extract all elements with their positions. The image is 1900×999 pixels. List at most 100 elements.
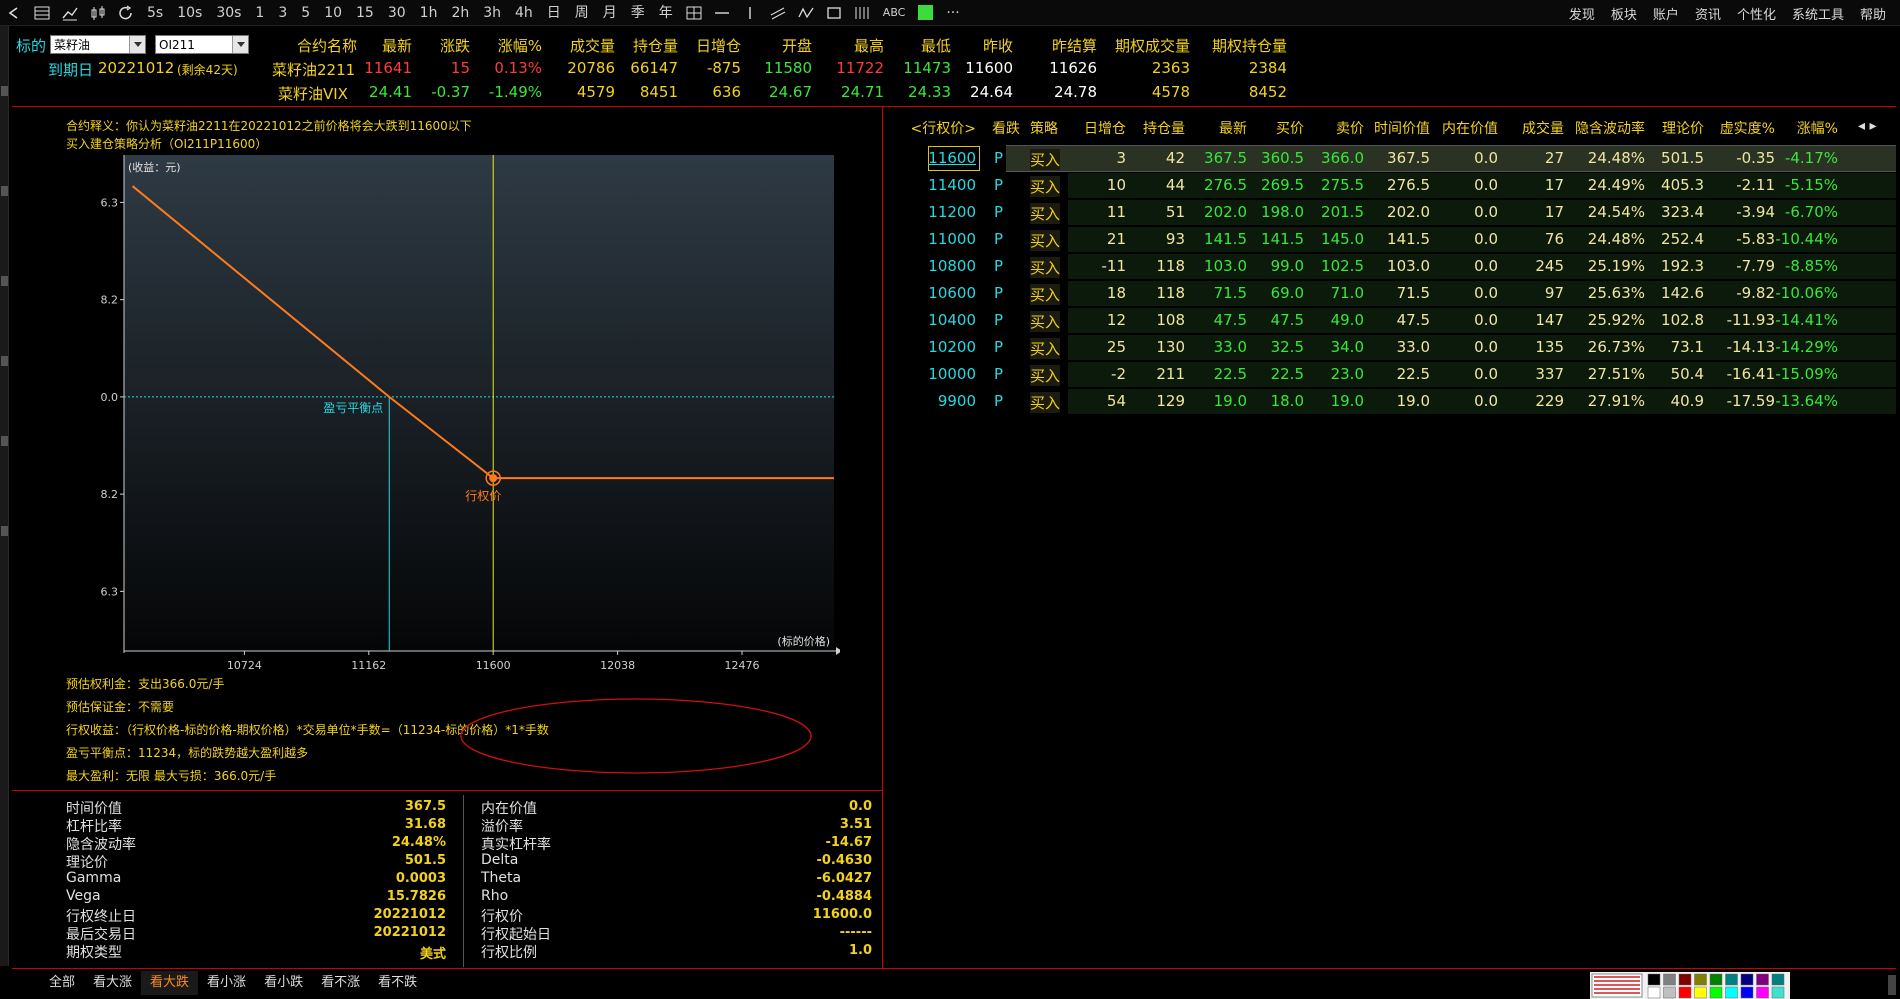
tab-4[interactable]: 看小跌 <box>255 971 312 995</box>
palette-color[interactable] <box>1694 973 1707 986</box>
buy-strategy-button[interactable]: 买入 <box>1030 392 1061 413</box>
period-button[interactable]: 季 <box>624 0 652 26</box>
strike-price[interactable]: 10800 <box>928 257 976 275</box>
period-button[interactable]: 月 <box>596 0 624 26</box>
palette-color[interactable] <box>1678 986 1692 999</box>
option-column-header[interactable]: 时间价值 <box>1374 118 1430 138</box>
option-row[interactable]: 11200 P 买入 11 51 202.0 198.0 201.5 202.0 0.0 17 24.… <box>888 199 1896 226</box>
palette-color[interactable] <box>1740 986 1754 999</box>
period-button[interactable]: 30 <box>381 0 413 26</box>
option-row[interactable]: 10800 P 买入 -11 118 103.0 99.0 102.5 103.0 0.0 245 2… <box>888 253 1896 280</box>
option-column-header[interactable]: 看跌 <box>992 118 1020 138</box>
hline-icon[interactable] <box>708 0 736 26</box>
option-column-header[interactable]: 涨幅% <box>1797 118 1838 138</box>
option-row[interactable]: 11600 P 买入 3 42 367.5 360.5 366.0 367.5 0.0 27 24.4… <box>888 145 1896 172</box>
refresh-icon[interactable] <box>112 0 140 26</box>
rect-icon[interactable] <box>820 0 848 26</box>
top-menu-item[interactable]: 系统工具 <box>1784 4 1852 23</box>
period-button[interactable]: 10 <box>317 0 349 26</box>
palette-color[interactable] <box>1740 973 1754 986</box>
period-button[interactable]: 5s <box>140 0 170 26</box>
resize-handle-icon[interactable] <box>1888 975 1896 995</box>
palette-color[interactable] <box>1694 986 1707 999</box>
option-row[interactable]: 9900 P 买入 54 129 19.0 18.0 19.0 19.0 0.0 229 27.91%… <box>888 388 1896 415</box>
period-button[interactable]: 15 <box>349 0 381 26</box>
option-column-header[interactable]: 买价 <box>1276 118 1304 138</box>
side-strip[interactable] <box>0 26 9 966</box>
tab-6[interactable]: 看不跌 <box>369 971 426 995</box>
option-row[interactable]: 10000 P 买入 -2 211 22.5 22.5 23.0 22.5 0.0 337 27.51… <box>888 361 1896 388</box>
palette-color[interactable] <box>1647 973 1661 986</box>
buy-strategy-button[interactable]: 买入 <box>1030 365 1061 386</box>
period-button[interactable]: 4h <box>508 0 540 26</box>
color-swatch-icon[interactable] <box>918 5 934 20</box>
palette-color[interactable] <box>1678 973 1692 986</box>
strike-price[interactable]: 11400 <box>928 176 976 194</box>
period-button[interactable]: 3h <box>476 0 508 26</box>
vline-icon[interactable] <box>736 0 764 26</box>
buy-strategy-button[interactable]: 买入 <box>1030 149 1061 170</box>
period-button[interactable]: 1 <box>248 0 271 26</box>
palette-color[interactable] <box>1725 986 1738 999</box>
scroll-arrows-icon[interactable]: ◂ ▸ <box>1858 118 1877 134</box>
option-row[interactable]: 10400 P 买入 12 108 47.5 47.5 49.0 47.5 0.0 147 25.92… <box>888 307 1896 334</box>
table-icon[interactable] <box>28 0 56 26</box>
more-button[interactable]: ··· <box>939 0 966 26</box>
color-palette[interactable] <box>1590 972 1790 999</box>
palette-color[interactable] <box>1725 973 1738 986</box>
palette-color[interactable] <box>1709 973 1723 986</box>
period-button[interactable]: 周 <box>568 0 596 26</box>
option-column-header[interactable]: 隐含波动率 <box>1575 118 1645 138</box>
contract-select[interactable]: OI211 <box>155 35 249 54</box>
option-row[interactable]: 11400 P 买入 10 44 276.5 269.5 275.5 276.5 0.0 17 24.… <box>888 172 1896 199</box>
strike-price[interactable]: 11600 <box>928 149 976 167</box>
strike-price[interactable]: 11200 <box>928 203 976 221</box>
option-column-header[interactable]: 内在价值 <box>1442 118 1498 138</box>
period-button[interactable]: 30s <box>209 0 248 26</box>
abc-text-tool[interactable]: ABC <box>876 0 913 26</box>
buy-strategy-button[interactable]: 买入 <box>1030 230 1061 251</box>
option-column-header[interactable]: 最新 <box>1219 118 1247 138</box>
palette-color[interactable] <box>1756 973 1769 986</box>
period-button[interactable]: 10s <box>170 0 209 26</box>
palette-color[interactable] <box>1756 986 1769 999</box>
period-button[interactable]: 年 <box>652 0 680 26</box>
top-menu-item[interactable]: 个性化 <box>1729 4 1784 23</box>
back-icon[interactable] <box>0 0 28 26</box>
polyline-icon[interactable] <box>792 0 820 26</box>
option-column-header[interactable]: <行权价> <box>911 118 976 138</box>
buy-strategy-button[interactable]: 买入 <box>1030 338 1061 359</box>
option-column-header[interactable]: 成交量 <box>1522 118 1564 138</box>
option-row[interactable]: 10200 P 买入 25 130 33.0 32.5 34.0 33.0 0.0 135 26.73… <box>888 334 1896 361</box>
strike-price[interactable]: 10400 <box>928 311 976 329</box>
parallel-icon[interactable] <box>764 0 792 26</box>
buy-strategy-button[interactable]: 买入 <box>1030 284 1061 305</box>
buy-strategy-button[interactable]: 买入 <box>1030 311 1061 332</box>
strike-price[interactable]: 10000 <box>928 365 976 383</box>
option-column-header[interactable]: 理论价 <box>1662 118 1704 138</box>
tab-0[interactable]: 全部 <box>40 971 84 995</box>
top-menu-item[interactable]: 资讯 <box>1687 4 1729 23</box>
strike-price[interactable]: 11000 <box>928 230 976 248</box>
tab-3[interactable]: 看小涨 <box>198 971 255 995</box>
buy-strategy-button[interactable]: 买入 <box>1030 176 1061 197</box>
candle-icon[interactable] <box>84 0 112 26</box>
palette-color[interactable] <box>1771 973 1785 986</box>
top-menu-item[interactable]: 帮助 <box>1852 4 1894 23</box>
option-column-header[interactable]: 日增仓 <box>1084 118 1126 138</box>
palette-color[interactable] <box>1709 986 1723 999</box>
underlying-select[interactable]: 菜籽油 <box>50 35 146 54</box>
period-button[interactable]: 日 <box>540 0 568 26</box>
option-column-header[interactable]: 卖价 <box>1336 118 1364 138</box>
period-button[interactable]: 3 <box>271 0 294 26</box>
buy-strategy-button[interactable]: 买入 <box>1030 257 1061 278</box>
tab-5[interactable]: 看不涨 <box>312 971 369 995</box>
top-menu-item[interactable]: 账户 <box>1645 4 1687 23</box>
period-button[interactable]: 2h <box>444 0 476 26</box>
option-row[interactable]: 11000 P 买入 21 93 141.5 141.5 145.0 141.5 0.0 76 24.… <box>888 226 1896 253</box>
tab-2[interactable]: 看大跌 <box>141 971 199 995</box>
tab-1[interactable]: 看大涨 <box>84 971 141 995</box>
buy-strategy-button[interactable]: 买入 <box>1030 203 1061 224</box>
option-column-header[interactable]: 策略 <box>1030 118 1058 138</box>
palette-color[interactable] <box>1647 986 1661 999</box>
